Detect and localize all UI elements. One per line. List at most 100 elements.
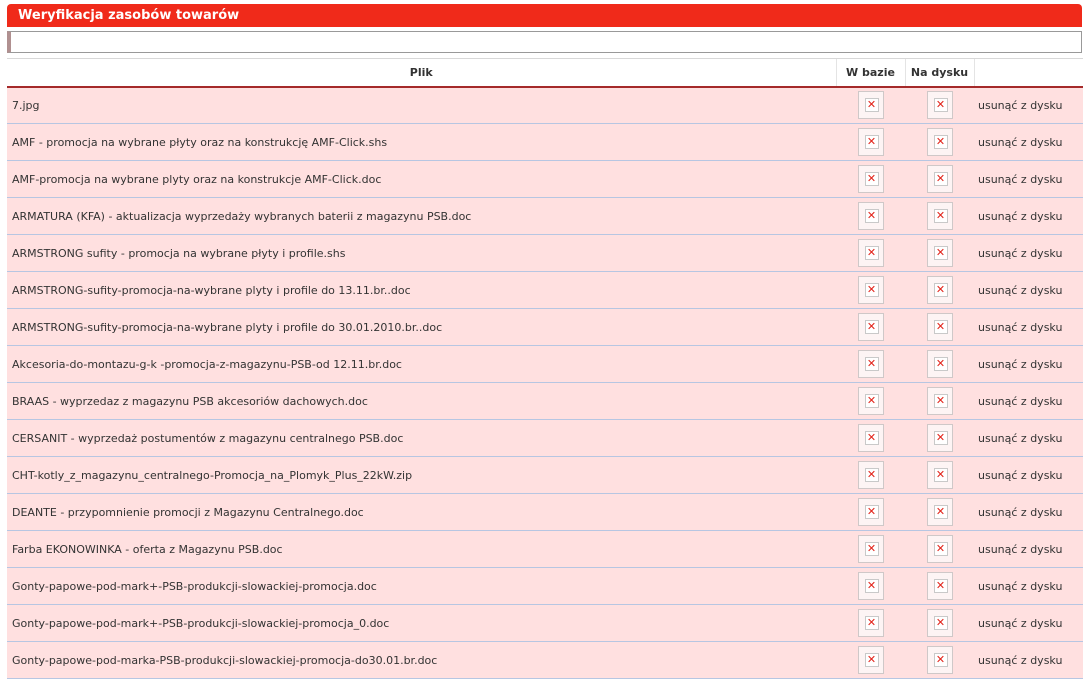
on-disk-status-cell: ✕ — [905, 604, 974, 642]
on-disk-status-indicator: ✕ — [926, 424, 953, 452]
delete-from-disk-link[interactable]: usunąć z dysku — [974, 234, 1083, 272]
delete-from-disk-link[interactable]: usunąć z dysku — [974, 197, 1083, 235]
red-x-icon: ✕ — [933, 542, 948, 556]
on-disk-status-cell: ✕ — [905, 530, 974, 568]
on-disk-status-indicator: ✕ — [926, 313, 953, 341]
file-name-cell: Farba EKONOWINKA - oferta z Magazynu PSB… — [7, 530, 836, 568]
red-x-icon: ✕ — [933, 135, 948, 149]
red-x-icon: ✕ — [933, 320, 948, 334]
on-disk-status-indicator: ✕ — [926, 498, 953, 526]
files-table-body: 7.jpg ✕ ✕ usunąć z dysku AMF - promocja na w… — [7, 86, 1083, 679]
in-db-status-indicator: ✕ — [857, 572, 884, 600]
in-db-status-cell: ✕ — [836, 123, 905, 161]
in-db-status-cell: ✕ — [836, 419, 905, 457]
file-name-cell: Gonty-papowe-pod-marka-PSB-produkcji-slo… — [7, 641, 836, 679]
column-header-actions — [973, 58, 1083, 88]
red-x-icon: ✕ — [933, 172, 948, 186]
red-x-icon: ✕ — [864, 209, 879, 223]
red-x-icon: ✕ — [933, 579, 948, 593]
table-row: AMF-promocja na wybrane plyty oraz na ko… — [7, 160, 1083, 198]
red-x-icon: ✕ — [933, 394, 948, 408]
window-title: Weryfikacja zasobów towarów — [7, 4, 1082, 27]
column-header-file[interactable]: Plik — [7, 58, 836, 88]
on-disk-status-indicator: ✕ — [926, 609, 953, 637]
red-x-icon: ✕ — [933, 431, 948, 445]
on-disk-status-indicator: ✕ — [926, 202, 953, 230]
on-disk-status-cell: ✕ — [905, 567, 974, 605]
delete-from-disk-link[interactable]: usunąć z dysku — [974, 123, 1083, 161]
table-row: ARMSTRONG-sufity-promocja-na-wybrane ply… — [7, 308, 1083, 346]
on-disk-status-cell: ✕ — [905, 308, 974, 346]
delete-from-disk-link[interactable]: usunąć z dysku — [974, 493, 1083, 531]
red-x-icon: ✕ — [864, 653, 879, 667]
red-x-icon: ✕ — [933, 283, 948, 297]
on-disk-status-cell: ✕ — [905, 86, 974, 124]
delete-from-disk-link[interactable]: usunąć z dysku — [974, 382, 1083, 420]
file-name-cell: Akcesoria-do-montazu-g-k -promocja-z-mag… — [7, 345, 836, 383]
table-row: 7.jpg ✕ ✕ usunąć z dysku — [7, 86, 1083, 124]
delete-from-disk-link[interactable]: usunąć z dysku — [974, 308, 1083, 346]
on-disk-status-indicator: ✕ — [926, 387, 953, 415]
table-row: Gonty-papowe-pod-marka-PSB-produkcji-slo… — [7, 641, 1083, 679]
delete-from-disk-link[interactable]: usunąć z dysku — [974, 160, 1083, 198]
red-x-icon: ✕ — [864, 357, 879, 371]
in-db-status-cell: ✕ — [836, 234, 905, 272]
on-disk-status-cell: ✕ — [905, 160, 974, 198]
file-name-cell: CERSANIT - wyprzedaż postumentów z magaz… — [7, 419, 836, 457]
file-name-cell: DEANTE - przypomnienie promocji z Magazy… — [7, 493, 836, 531]
filter-input[interactable] — [7, 31, 1082, 53]
table-row: Farba EKONOWINKA - oferta z Magazynu PSB… — [7, 530, 1083, 568]
in-db-status-indicator: ✕ — [857, 165, 884, 193]
in-db-status-indicator: ✕ — [857, 646, 884, 674]
red-x-icon: ✕ — [864, 98, 879, 113]
in-db-status-cell: ✕ — [836, 197, 905, 235]
column-header-in-db[interactable]: W bazie — [835, 58, 905, 88]
red-x-icon: ✕ — [933, 505, 948, 519]
column-header-on-disk[interactable]: Na dysku — [904, 58, 974, 88]
on-disk-status-cell: ✕ — [905, 419, 974, 457]
red-x-icon: ✕ — [933, 246, 948, 260]
delete-from-disk-link[interactable]: usunąć z dysku — [974, 271, 1083, 309]
red-x-icon: ✕ — [864, 431, 879, 445]
delete-from-disk-link[interactable]: usunąć z dysku — [974, 567, 1083, 605]
table-row: AMF - promocja na wybrane płyty oraz na … — [7, 123, 1083, 161]
table-row: CHT-kotly_z_magazynu_centralnego-Promocj… — [7, 456, 1083, 494]
delete-from-disk-link[interactable]: usunąć z dysku — [974, 604, 1083, 642]
in-db-status-indicator: ✕ — [857, 128, 884, 156]
in-db-status-cell: ✕ — [836, 308, 905, 346]
in-db-status-indicator: ✕ — [857, 609, 884, 637]
on-disk-status-cell: ✕ — [905, 271, 974, 309]
delete-from-disk-link[interactable]: usunąć z dysku — [974, 345, 1083, 383]
table-row: ARMATURA (KFA) - aktualizacja wyprzedaży… — [7, 197, 1083, 235]
in-db-status-indicator: ✕ — [857, 535, 884, 563]
on-disk-status-indicator: ✕ — [926, 646, 953, 674]
on-disk-status-indicator: ✕ — [926, 535, 953, 563]
on-disk-status-cell: ✕ — [905, 382, 974, 420]
on-disk-status-indicator: ✕ — [926, 165, 953, 193]
on-disk-status-indicator: ✕ — [926, 461, 953, 489]
red-x-icon: ✕ — [864, 394, 879, 408]
on-disk-status-cell: ✕ — [905, 345, 974, 383]
file-name-cell: BRAAS - wyprzedaz z magazynu PSB akcesor… — [7, 382, 836, 420]
table-row: ARMSTRONG-sufity-promocja-na-wybrane ply… — [7, 271, 1083, 309]
red-x-icon: ✕ — [864, 246, 879, 260]
in-db-status-cell: ✕ — [836, 271, 905, 309]
table-row: BRAAS - wyprzedaz z magazynu PSB akcesor… — [7, 382, 1083, 420]
file-name-cell: Gonty-papowe-pod-mark+-PSB-produkcji-slo… — [7, 604, 836, 642]
red-x-icon: ✕ — [864, 172, 879, 186]
in-db-status-cell: ✕ — [836, 86, 905, 124]
delete-from-disk-link[interactable]: usunąć z dysku — [974, 86, 1083, 124]
red-x-icon: ✕ — [933, 98, 948, 113]
red-x-icon: ✕ — [864, 468, 879, 482]
in-db-status-indicator: ✕ — [857, 239, 884, 267]
files-table: Plik W bazie Na dysku 7.jpg ✕ ✕ usunąć z dy… — [7, 58, 1083, 679]
file-name-cell: ARMSTRONG-sufity-promocja-na-wybrane ply… — [7, 308, 836, 346]
in-db-status-indicator: ✕ — [857, 498, 884, 526]
delete-from-disk-link[interactable]: usunąć z dysku — [974, 419, 1083, 457]
delete-from-disk-link[interactable]: usunąć z dysku — [974, 530, 1083, 568]
page: Weryfikacja zasobów towarów Plik W bazie… — [0, 0, 1089, 687]
delete-from-disk-link[interactable]: usunąć z dysku — [974, 641, 1083, 679]
red-x-icon: ✕ — [864, 505, 879, 519]
in-db-status-indicator: ✕ — [857, 387, 884, 415]
delete-from-disk-link[interactable]: usunąć z dysku — [974, 456, 1083, 494]
